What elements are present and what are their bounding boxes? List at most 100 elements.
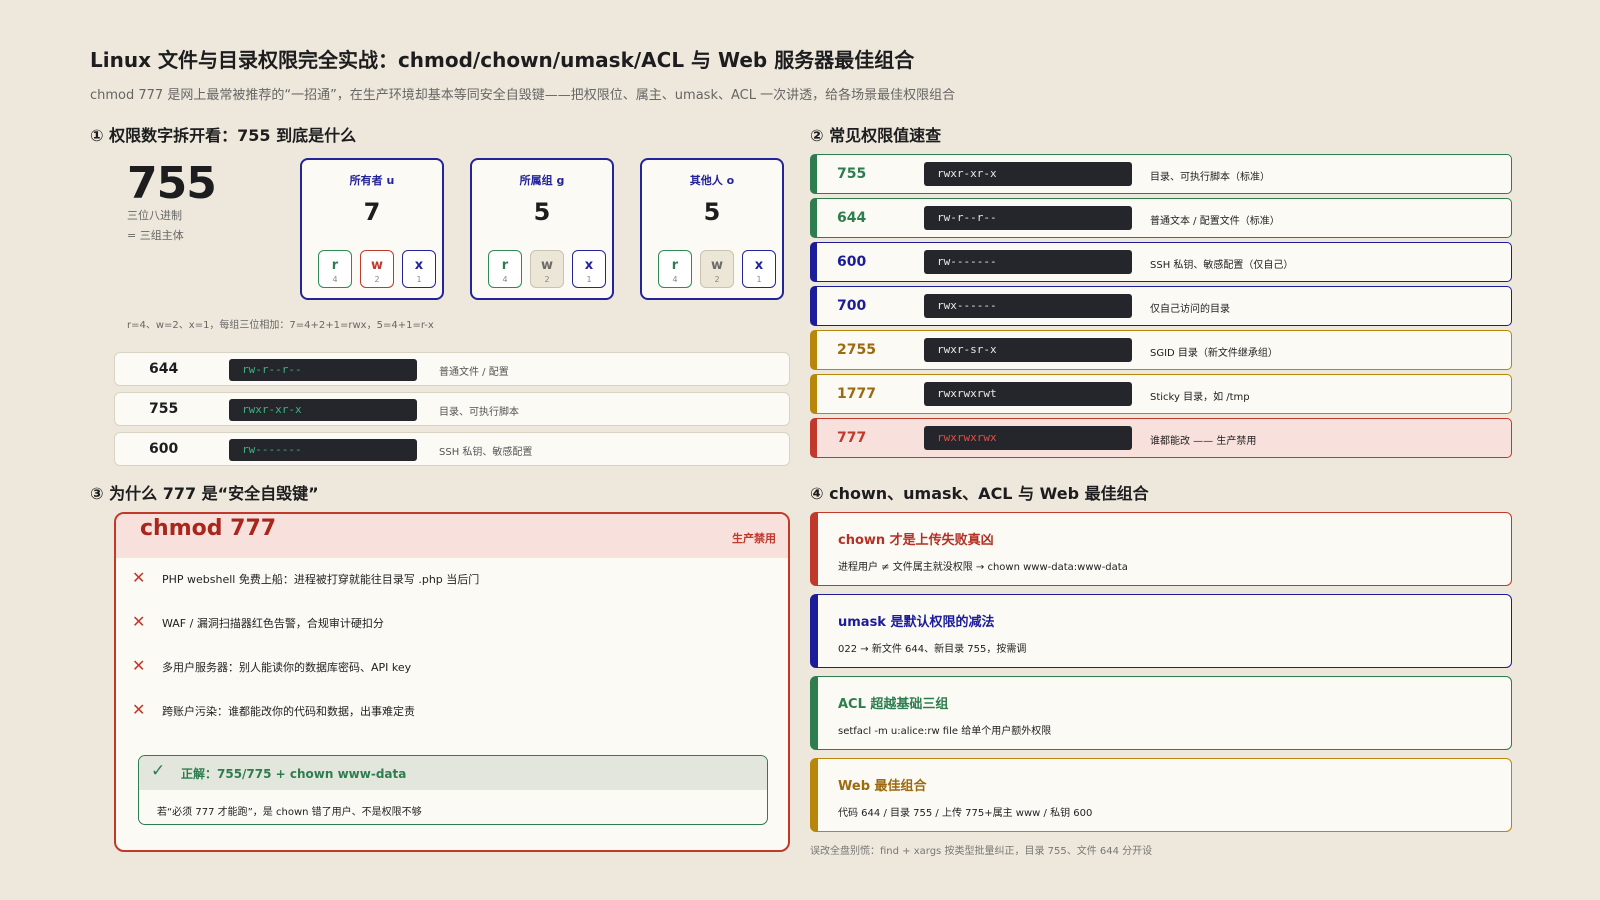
check-icon: ✓	[151, 761, 166, 781]
perm-desc: SSH 私钥、敏感配置	[439, 447, 533, 458]
bit-set: r4 w2 x1	[488, 250, 606, 288]
section3-heading: ③ 为什么 777 是“安全自毁键”	[90, 484, 319, 503]
perm-symbolic: rwxr-xr-x	[229, 399, 417, 421]
quickref-value: 777	[837, 430, 867, 446]
perm-desc: 目录、可执行脚本	[439, 407, 519, 418]
chmod777-danger-panel: chmod 777 生产禁用 ✕ PHP webshell 免费上船：进程被打穿…	[114, 512, 790, 852]
section2-heading: ② 常见权限值速查	[810, 126, 942, 145]
tip-title: ACL 超越基础三组	[838, 697, 949, 712]
quickref-desc: 普通文本 / 配置文件（标准）	[1150, 216, 1280, 227]
bit-write-off: w2	[700, 250, 734, 288]
bit-value: 1	[586, 275, 592, 284]
group-digit: 7	[363, 198, 381, 226]
bit-read: r4	[318, 250, 352, 288]
quickref-symbolic: rw-r--r--	[924, 206, 1132, 230]
quickref-desc: Sticky 目录，如 /tmp	[1150, 392, 1250, 403]
big-number: 755	[127, 158, 217, 209]
quickref-symbolic: rwx------	[924, 294, 1132, 318]
danger-panel-title: chmod 777	[140, 516, 277, 541]
bit-value: 4	[332, 275, 338, 284]
bit-value: 4	[672, 275, 678, 284]
quickref-symbolic: rw-------	[924, 250, 1132, 274]
tip-title: Web 最佳组合	[838, 779, 927, 794]
group-label: 其他人 o	[689, 174, 735, 187]
bit-letter: w	[370, 258, 383, 273]
bit-letter: r	[501, 258, 509, 273]
perm-example-row: 755 rwxr-xr-x 目录、可执行脚本	[114, 392, 790, 426]
perm-desc: 普通文件 / 配置	[439, 367, 509, 378]
bit-value: 4	[502, 275, 508, 284]
quickref-value: 2755	[837, 342, 876, 358]
group-digit: 5	[533, 198, 551, 226]
bit-value: 2	[374, 275, 380, 284]
quickref-symbolic: rwxr-xr-x	[924, 162, 1132, 186]
section1-heading: ① 权限数字拆开看：755 到底是什么	[90, 126, 357, 145]
tip-body: setfacl -m u:alice:rw file 给单个用户额外权限	[838, 726, 1052, 737]
quickref-row: 755 rwxr-xr-x 目录、可执行脚本（标准）	[810, 154, 1512, 194]
risk-item: ✕ 多用户服务器：别人能读你的数据库密码、API key	[132, 656, 772, 676]
quickref-desc: SSH 私钥、敏感配置（仅自己）	[1150, 260, 1294, 271]
tip-card-web: Web 最佳组合 代码 644 / 目录 755 / 上传 775+属主 www…	[810, 758, 1512, 832]
risk-item: ✕ 跨账户污染：谁都能改你的代码和数据，出事难定责	[132, 700, 772, 720]
risk-text: 跨账户污染：谁都能改你的代码和数据，出事难定责	[162, 705, 415, 718]
quickref-symbolic: rwxrwxrwx	[924, 426, 1132, 450]
perm-value: 755	[149, 401, 179, 417]
group-digit: 5	[703, 198, 721, 226]
bit-execute: x1	[742, 250, 776, 288]
quickref-desc: SGID 目录（新文件继承组）	[1150, 348, 1278, 359]
risk-item: ✕ PHP webshell 免费上船：进程被打穿就能往目录写 .php 当后门	[132, 568, 772, 588]
bit-formula: r=4、w=2、x=1，每组三位相加：7=4+2+1=rwx，5=4+1=r-x	[127, 320, 434, 331]
bit-read: r4	[488, 250, 522, 288]
bit-letter: w	[540, 258, 553, 273]
bit-write-off: w2	[530, 250, 564, 288]
solution-header: ✓ 正解：755/775 + chown www-data	[139, 756, 767, 790]
correct-solution-box: ✓ 正解：755/775 + chown www-data 若“必须 777 才…	[138, 755, 768, 825]
quickref-symbolic: rwxr-sr-x	[924, 338, 1132, 362]
group-box-owner: 所有者 u 7 r4 w2 x1	[300, 158, 444, 300]
tip-card-umask: umask 是默认权限的减法 022 → 新文件 644、新目录 755，按需调	[810, 594, 1512, 668]
bit-letter: r	[331, 258, 339, 273]
bit-letter: x	[414, 258, 424, 273]
quickref-value: 755	[837, 166, 867, 182]
quickref-row: 2755 rwxr-sr-x SGID 目录（新文件继承组）	[810, 330, 1512, 370]
risk-text: PHP webshell 免费上船：进程被打穿就能往目录写 .php 当后门	[162, 573, 480, 586]
perm-example-row: 600 rw------- SSH 私钥、敏感配置	[114, 432, 790, 466]
footnote: 误改全盘别慌：find + xargs 按类型批量纠正，目录 755、文件 64…	[810, 846, 1153, 857]
group-box-group: 所属组 g 5 r4 w2 x1	[470, 158, 614, 300]
quickref-desc: 仅自己访问的目录	[1150, 304, 1230, 315]
bit-letter: x	[584, 258, 594, 273]
quickref-desc: 谁都能改 —— 生产禁用	[1150, 436, 1257, 447]
tip-card-chown: chown 才是上传失败真凶 进程用户 ≠ 文件属主就没权限 → chown w…	[810, 512, 1512, 586]
quickref-row: 600 rw------- SSH 私钥、敏感配置（仅自己）	[810, 242, 1512, 282]
quickref-row: 700 rwx------ 仅自己访问的目录	[810, 286, 1512, 326]
danger-panel-tag: 生产禁用	[732, 532, 776, 545]
quickref-value: 600	[837, 254, 867, 270]
bit-value: 2	[544, 275, 550, 284]
bit-value: 2	[714, 275, 720, 284]
page-title: Linux 文件与目录权限完全实战：chmod/chown/umask/ACL …	[90, 48, 915, 72]
cross-icon: ✕	[132, 612, 146, 631]
bit-read: r4	[658, 250, 692, 288]
quickref-row: 1777 rwxrwxrwt Sticky 目录，如 /tmp	[810, 374, 1512, 414]
solution-body: 若“必须 777 才能跑”，是 chown 错了用户、不是权限不够	[157, 807, 422, 818]
bit-value: 1	[416, 275, 422, 284]
perm-symbolic: rw-r--r--	[229, 359, 417, 381]
risk-item: ✕ WAF / 漏洞扫描器红色告警，合规审计硬扣分	[132, 612, 772, 632]
group-label: 所属组 g	[519, 174, 565, 187]
bit-set: r4 w2 x1	[318, 250, 436, 288]
quickref-value: 1777	[837, 386, 876, 402]
tip-card-acl: ACL 超越基础三组 setfacl -m u:alice:rw file 给单…	[810, 676, 1512, 750]
perm-example-row: 644 rw-r--r-- 普通文件 / 配置	[114, 352, 790, 386]
perm-symbolic: rw-------	[229, 439, 417, 461]
bit-execute: x1	[572, 250, 606, 288]
quickref-desc: 目录、可执行脚本（标准）	[1150, 172, 1270, 183]
big-number-caption-2: = 三组主体	[127, 229, 184, 242]
perm-value: 600	[149, 441, 179, 457]
tip-title: umask 是默认权限的减法	[838, 615, 995, 630]
bit-set: r4 w2 x1	[658, 250, 776, 288]
bit-execute: x1	[402, 250, 436, 288]
quickref-value: 644	[837, 210, 867, 226]
quickref-value: 700	[837, 298, 867, 314]
bit-letter: r	[671, 258, 679, 273]
solution-title: 正解：755/775 + chown www-data	[181, 767, 407, 781]
